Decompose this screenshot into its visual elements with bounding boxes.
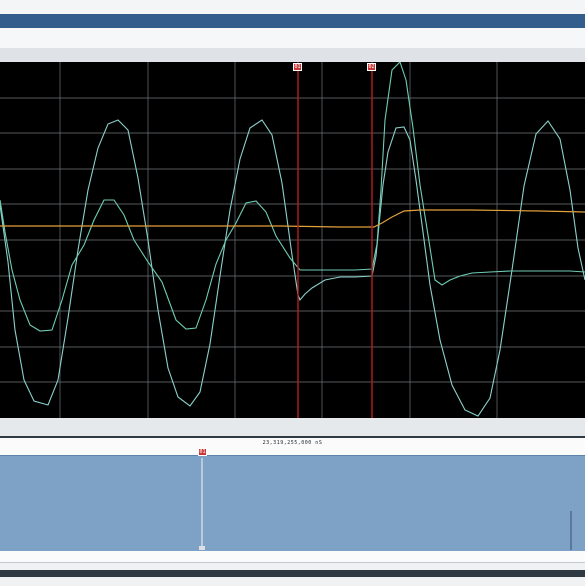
overview-marker[interactable]: 01 <box>198 448 207 456</box>
toolbar <box>0 28 585 49</box>
waveform-display[interactable] <box>0 62 585 418</box>
overview-cursor-handle[interactable] <box>199 546 205 550</box>
waveform-plot <box>0 62 585 418</box>
title-bar <box>0 14 585 28</box>
overview-fill <box>0 456 585 551</box>
marker-01[interactable]: 01 <box>293 63 302 71</box>
overview-strip[interactable] <box>0 455 585 551</box>
panel-divider <box>0 418 585 436</box>
overview-plot <box>0 456 585 551</box>
marker-02[interactable]: 02 <box>367 63 376 71</box>
horizontal-scrollbar[interactable] <box>0 570 585 577</box>
top-strip <box>0 0 585 15</box>
overview-time-label: 23,319,255,000 nS <box>262 440 323 446</box>
